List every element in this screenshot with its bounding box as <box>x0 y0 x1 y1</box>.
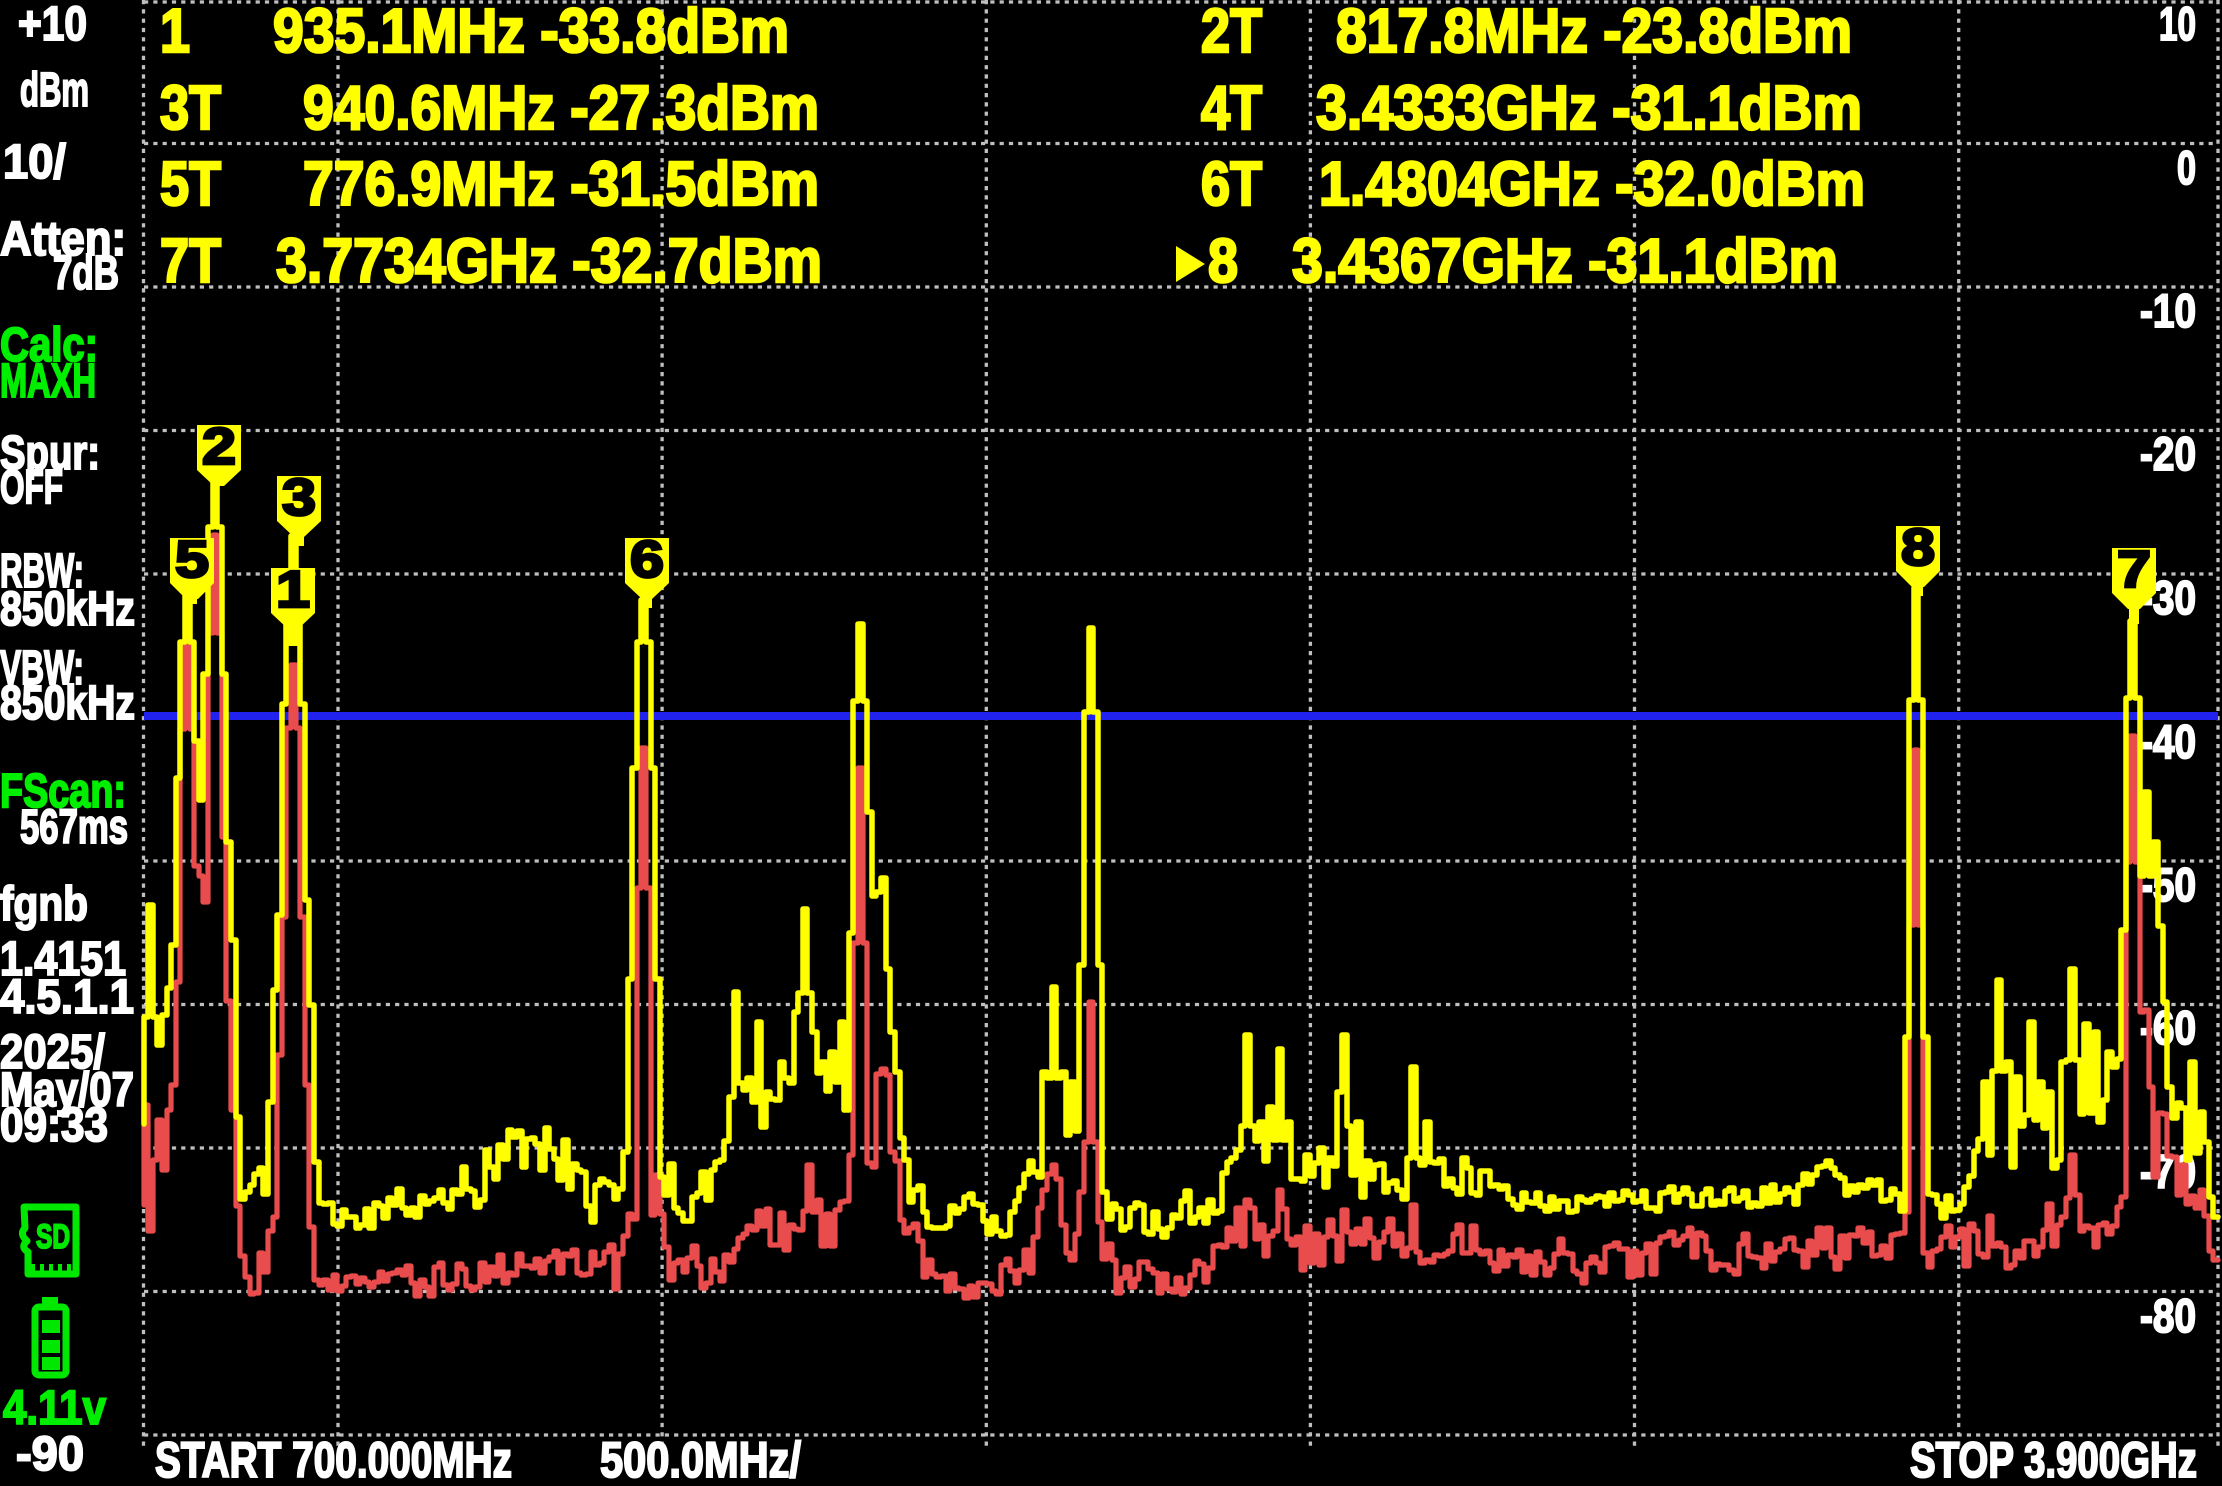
svg-text:-10: -10 <box>2140 284 2196 337</box>
svg-text:fgnb: fgnb <box>0 878 88 931</box>
svg-text:-90: -90 <box>16 1428 84 1481</box>
svg-text:SD: SD <box>36 1218 70 1256</box>
svg-text:817.8MHz -23.8dBm: 817.8MHz -23.8dBm <box>1336 0 1852 66</box>
svg-text:850kHz: 850kHz <box>0 677 135 730</box>
svg-text:-40: -40 <box>2140 715 2196 768</box>
svg-text:776.9MHz -31.5dBm: 776.9MHz -31.5dBm <box>303 150 819 219</box>
svg-text:3: 3 <box>282 469 316 527</box>
svg-text:3T: 3T <box>160 74 221 143</box>
svg-text:7T: 7T <box>160 227 221 296</box>
svg-text:OFF: OFF <box>0 461 63 514</box>
svg-text:10/: 10/ <box>3 136 66 189</box>
svg-text:4.5.1.1: 4.5.1.1 <box>0 971 134 1024</box>
svg-text:dBm: dBm <box>20 64 89 117</box>
svg-text:3.4333GHz -31.1dBm: 3.4333GHz -31.1dBm <box>1316 74 1862 143</box>
svg-text:3.4367GHz -31.1dBm: 3.4367GHz -31.1dBm <box>1292 227 1838 296</box>
svg-text:5T: 5T <box>160 150 221 219</box>
svg-text:940.6MHz -27.3dBm: 940.6MHz -27.3dBm <box>303 74 819 143</box>
svg-text:+10: +10 <box>18 0 87 51</box>
svg-text:567ms: 567ms <box>20 801 128 854</box>
svg-text:3.7734GHz -32.7dBm: 3.7734GHz -32.7dBm <box>276 227 822 296</box>
svg-text:500.0MHz/: 500.0MHz/ <box>600 1432 801 1481</box>
svg-text:7dB: 7dB <box>53 247 119 300</box>
svg-text:6T: 6T <box>1201 150 1262 219</box>
svg-text:2T: 2T <box>1201 0 1262 66</box>
svg-text:1: 1 <box>160 0 190 66</box>
svg-text:1.4804GHz -32.0dBm: 1.4804GHz -32.0dBm <box>1319 150 1865 219</box>
svg-text:5: 5 <box>175 531 209 589</box>
svg-text:START 700.000MHz: START 700.000MHz <box>155 1432 512 1481</box>
svg-text:0: 0 <box>2177 141 2196 194</box>
svg-text:2: 2 <box>202 418 236 476</box>
svg-text:-80: -80 <box>2140 1289 2196 1342</box>
svg-text:10: 10 <box>2159 0 2196 50</box>
svg-text:8: 8 <box>1901 519 1935 577</box>
svg-text:8: 8 <box>1208 227 1238 296</box>
svg-text:4T: 4T <box>1201 74 1262 143</box>
svg-text:850kHz: 850kHz <box>0 583 135 636</box>
svg-text:09:33: 09:33 <box>0 1099 108 1152</box>
svg-text:STOP 3.900GHz: STOP 3.900GHz <box>1910 1432 2197 1481</box>
svg-text:935.1MHz -33.8dBm: 935.1MHz -33.8dBm <box>273 0 789 66</box>
svg-text:7: 7 <box>2117 541 2151 599</box>
svg-text:-20: -20 <box>2140 427 2196 480</box>
svg-text:MAXH: MAXH <box>0 355 96 408</box>
svg-text:6: 6 <box>630 531 664 589</box>
svg-text:1: 1 <box>276 561 310 619</box>
